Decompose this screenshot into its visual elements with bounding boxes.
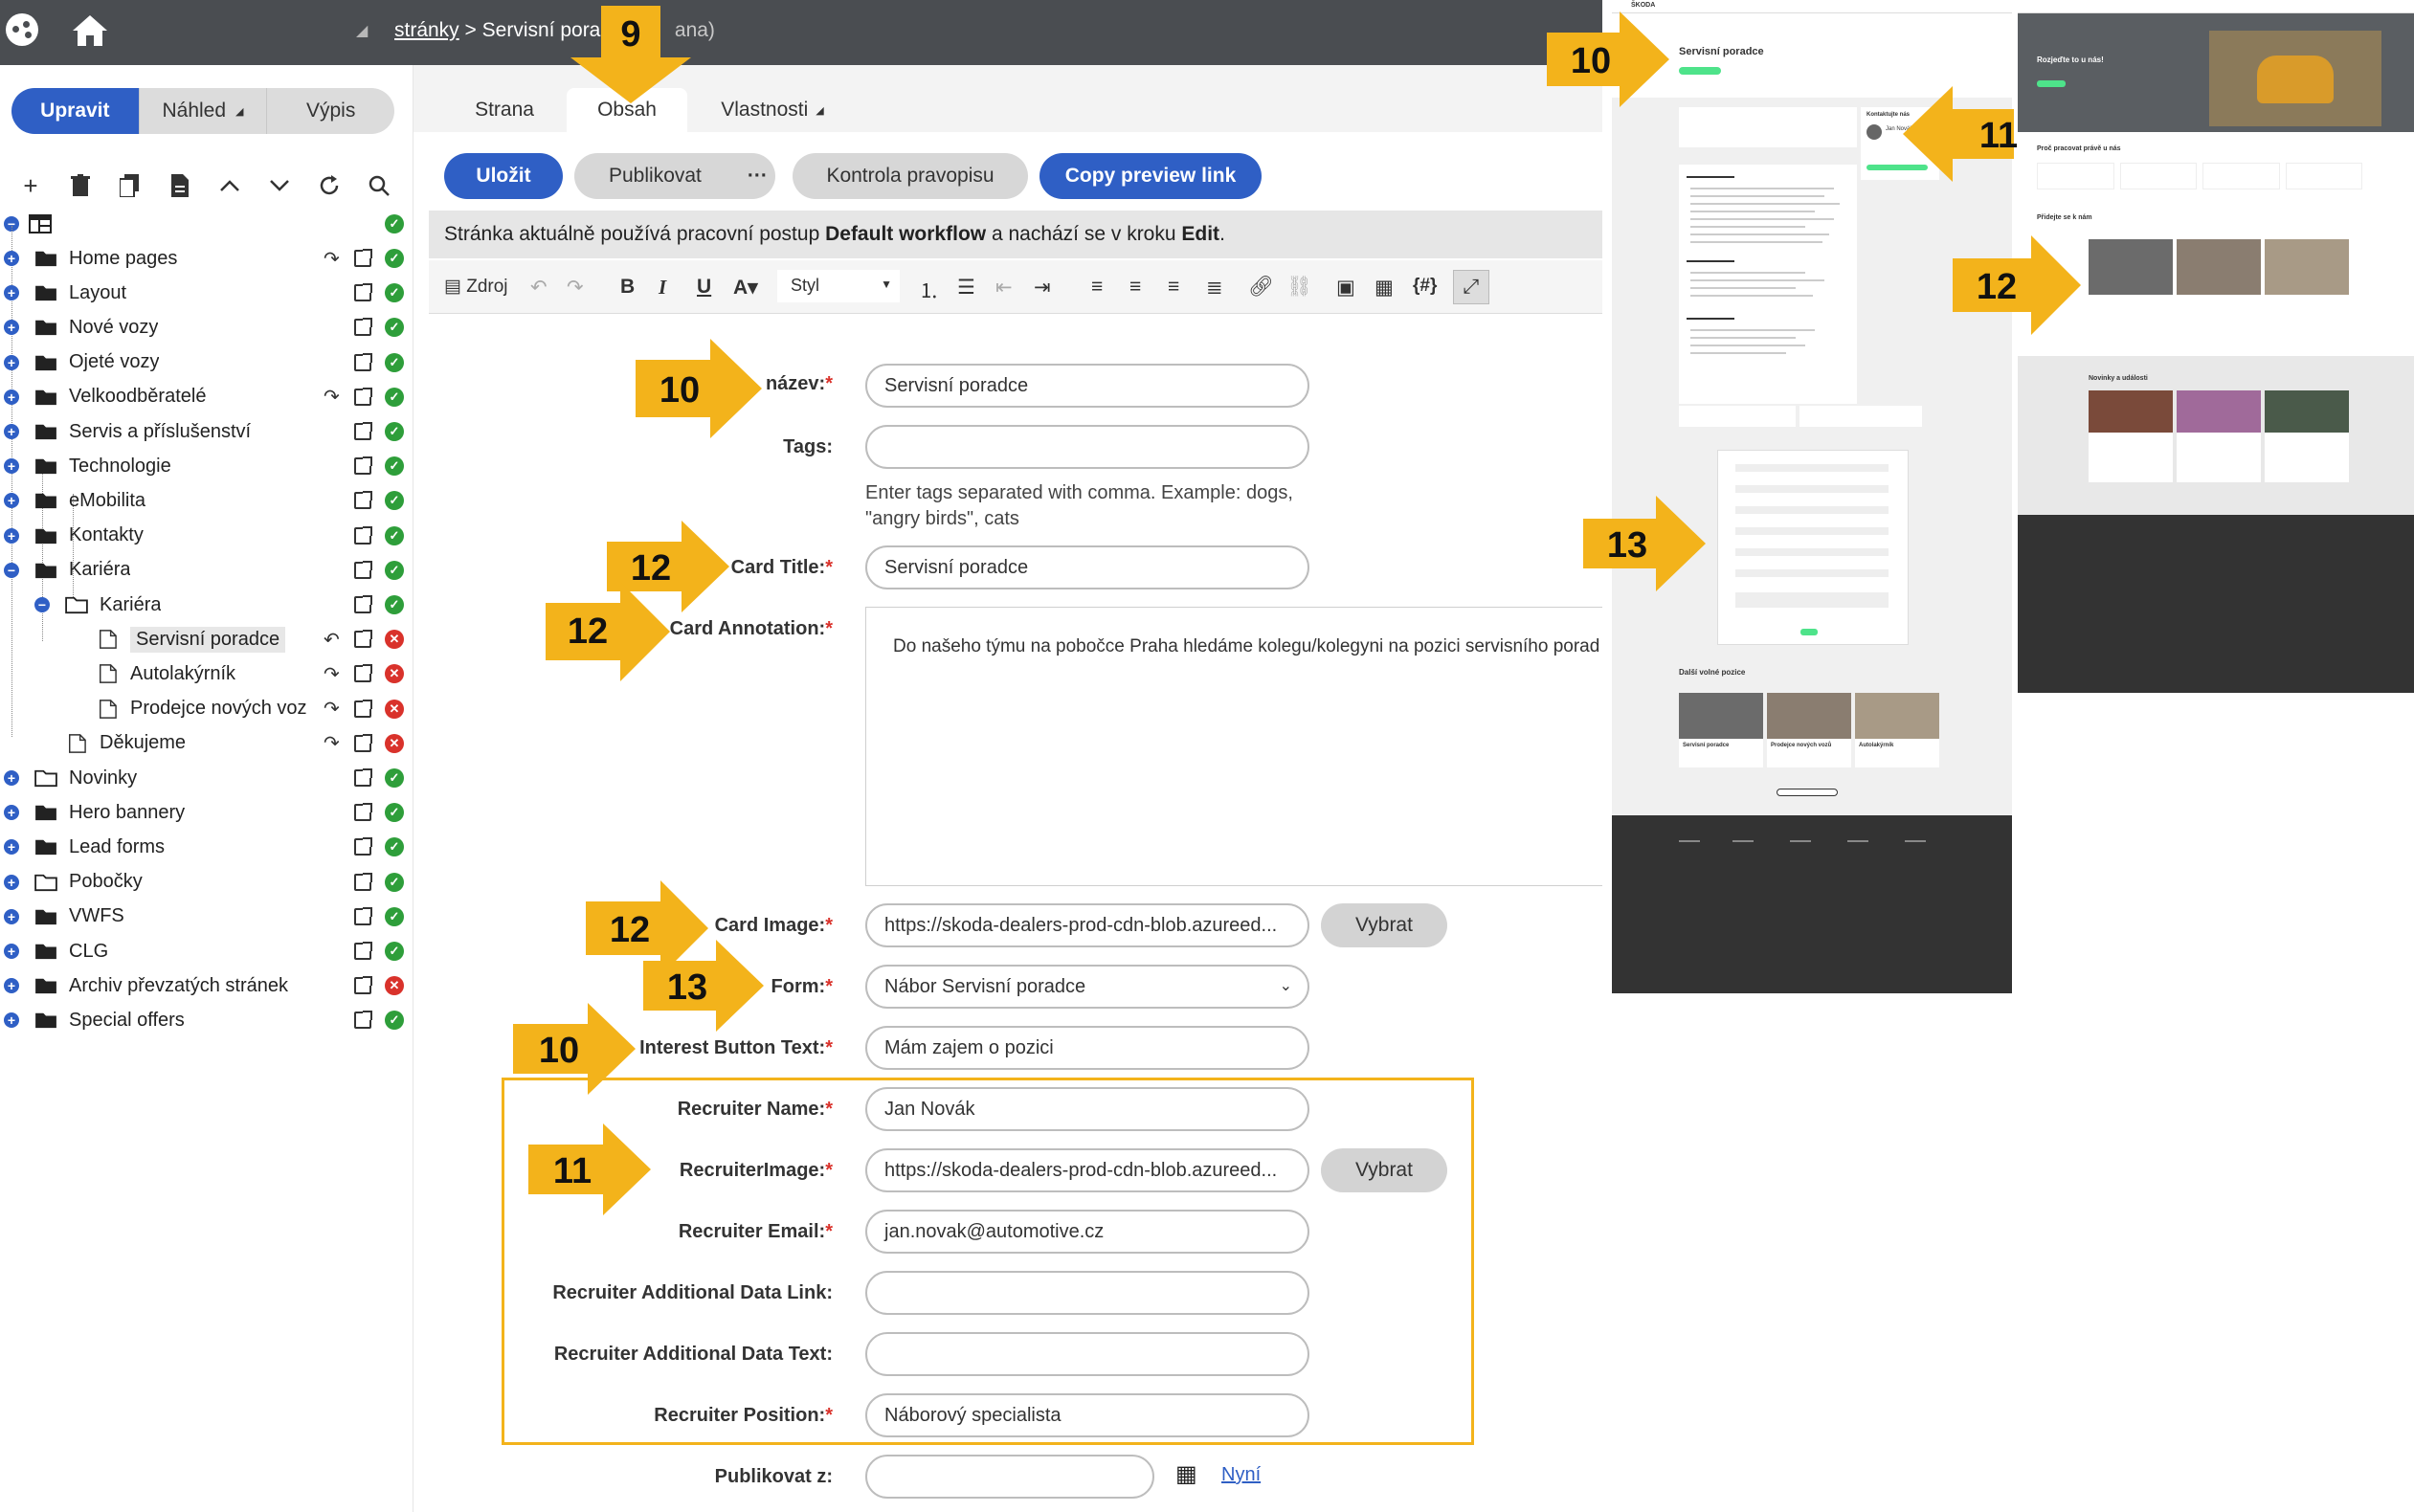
callout-12-card-annotation-label: 12 [568,611,608,652]
callout-11-recruiter: 11 [528,1123,651,1215]
callout-13-preview-label: 13 [1607,525,1647,566]
callout-10-interest-label: 10 [539,1031,579,1071]
callout-13-form-label: 13 [667,967,707,1008]
callout-9-label: 9 [620,14,640,55]
callout-11-recruiter-label: 11 [553,1151,592,1191]
callout-10-preview: 10 [1547,11,1669,107]
callout-12-card-title-label: 12 [631,548,671,589]
callout-10-interest: 10 [513,1003,636,1095]
callout-10-name-label: 10 [659,370,700,411]
callout-13-preview: 13 [1583,496,1706,591]
callout-9: 9 [570,6,691,103]
callout-12-card-annotation: 12 [546,582,670,681]
callout-11-preview-label: 11 [1979,116,2018,156]
callout-layer: 9 10 12 12 12 13 10 11 10 11 12 13 [513,6,2081,1215]
callout-12-preview-label: 12 [1977,267,2017,307]
callout-10-name: 10 [636,339,762,438]
callout-12-card-image-label: 12 [610,910,650,950]
callout-10-preview-label: 10 [1571,41,1611,81]
callout-12-preview: 12 [1953,235,2081,335]
callout-11-preview: 11 [1903,86,2018,182]
